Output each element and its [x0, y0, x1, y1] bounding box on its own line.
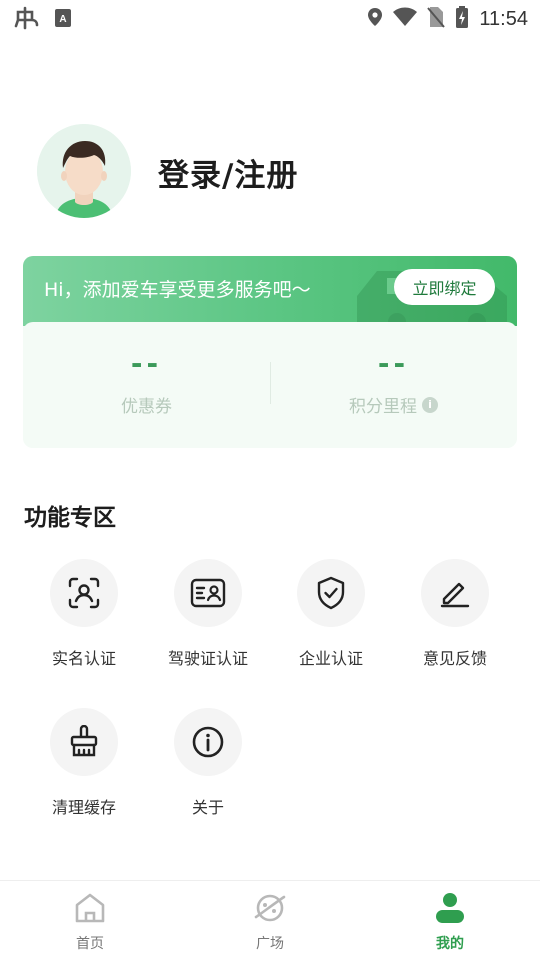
planet-icon — [254, 894, 286, 922]
app-logo-icon — [14, 6, 40, 34]
vehicle-card: Hi，添加爱车享受更多服务吧～ 立即绑定 -- 优惠券 -- 积分里程 i — [23, 256, 517, 448]
login-register-link[interactable]: 登录/注册 — [158, 150, 298, 195]
person-icon — [436, 893, 464, 923]
nav-mine[interactable]: 我的 — [390, 891, 510, 953]
info-icon[interactable]: i — [422, 396, 438, 413]
bind-car-banner: Hi，添加爱车享受更多服务吧～ 立即绑定 — [23, 256, 517, 326]
avatar[interactable] — [37, 124, 131, 218]
points-stat[interactable]: -- 积分里程 i — [270, 342, 517, 417]
status-bar: A 11:54 — [0, 0, 540, 36]
feature-clear-cache[interactable]: 清理缓存 — [24, 708, 144, 818]
nav-label: 首页 — [76, 936, 104, 952]
feature-label: 企业认证 — [298, 649, 363, 668]
feature-about[interactable]: 关于 — [148, 708, 268, 818]
nav-label: 我的 — [436, 936, 464, 952]
wifi-icon — [393, 7, 418, 32]
battery-charging-icon — [455, 6, 469, 33]
no-sim-icon — [427, 6, 446, 33]
feature-enterprise-auth[interactable]: 企业认证 — [271, 559, 391, 669]
nav-square[interactable]: 广场 — [210, 891, 330, 953]
points-value: -- — [377, 347, 410, 380]
feature-license-auth[interactable]: 驾驶证认证 — [148, 559, 268, 669]
feature-feedback[interactable]: 意见反馈 — [395, 559, 515, 669]
points-label: 积分里程 — [349, 397, 417, 417]
section-title: 功能专区 — [24, 505, 116, 531]
feature-label: 意见反馈 — [422, 649, 487, 668]
id-scan-icon — [68, 577, 100, 609]
user-avatar-icon — [37, 124, 131, 218]
banner-text: Hi，添加爱车享受更多服务吧～ — [44, 279, 311, 301]
feature-label: 实名认证 — [51, 649, 116, 668]
stats-panel: -- 优惠券 -- 积分里程 i — [23, 322, 517, 448]
feature-label: 驾驶证认证 — [167, 649, 248, 668]
shield-check-icon — [317, 576, 345, 610]
info-icon — [192, 726, 224, 758]
home-icon — [75, 893, 105, 923]
coupon-stat[interactable]: -- 优惠券 — [23, 342, 270, 417]
nav-label: 广场 — [256, 936, 284, 952]
feature-label: 清理缓存 — [51, 798, 116, 817]
nav-home[interactable]: 首页 — [30, 891, 150, 953]
bind-now-button[interactable]: 立即绑定 — [394, 269, 495, 305]
license-card-icon — [190, 578, 226, 608]
coupon-value: -- — [130, 347, 163, 380]
location-icon — [367, 7, 383, 32]
edit-icon — [440, 582, 470, 608]
svg-text:A: A — [59, 14, 66, 25]
clock-time: 11:54 — [479, 8, 528, 30]
feature-label: 关于 — [191, 798, 224, 817]
text-a-icon: A — [54, 8, 72, 32]
feature-real-name-auth[interactable]: 实名认证 — [24, 559, 144, 669]
coupon-label: 优惠券 — [121, 397, 172, 417]
bottom-nav: 首页 广场 我的 — [0, 880, 540, 961]
broom-icon — [70, 725, 98, 757]
